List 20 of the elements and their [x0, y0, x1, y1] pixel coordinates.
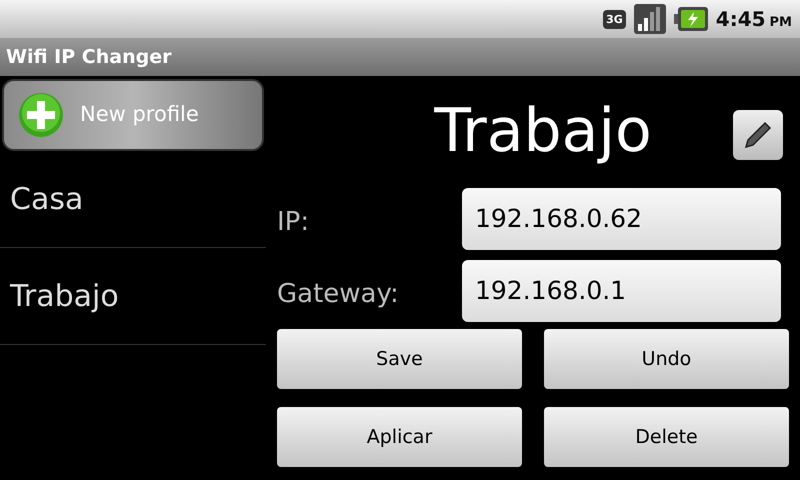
input-field[interactable]: 192.168.0.62 [462, 188, 781, 250]
clock-period: PM [770, 14, 792, 32]
action-button[interactable]: Aplicar [277, 407, 522, 467]
field-label: IP: [277, 206, 310, 238]
plus-icon [18, 92, 64, 138]
action-button[interactable]: Delete [544, 407, 789, 467]
battery-charging-icon [674, 7, 708, 31]
profile-list-item[interactable]: Casa [0, 151, 266, 248]
network-type-icon: 3G [603, 10, 626, 28]
clock-time: 4:45 [716, 6, 766, 33]
action-button[interactable]: Save [277, 329, 522, 389]
profile-title: Trabajo [433, 94, 652, 168]
window-title: Wifi IP Changer [6, 44, 172, 70]
signal-icon [634, 4, 666, 34]
pencil-icon [743, 120, 773, 150]
action-button[interactable]: Undo [544, 329, 789, 389]
field-label: Gateway: [277, 278, 400, 310]
profile-list-item[interactable]: Trabajo [0, 248, 266, 345]
input-field[interactable]: 192.168.0.1 [462, 260, 781, 322]
edit-button[interactable] [733, 110, 783, 160]
